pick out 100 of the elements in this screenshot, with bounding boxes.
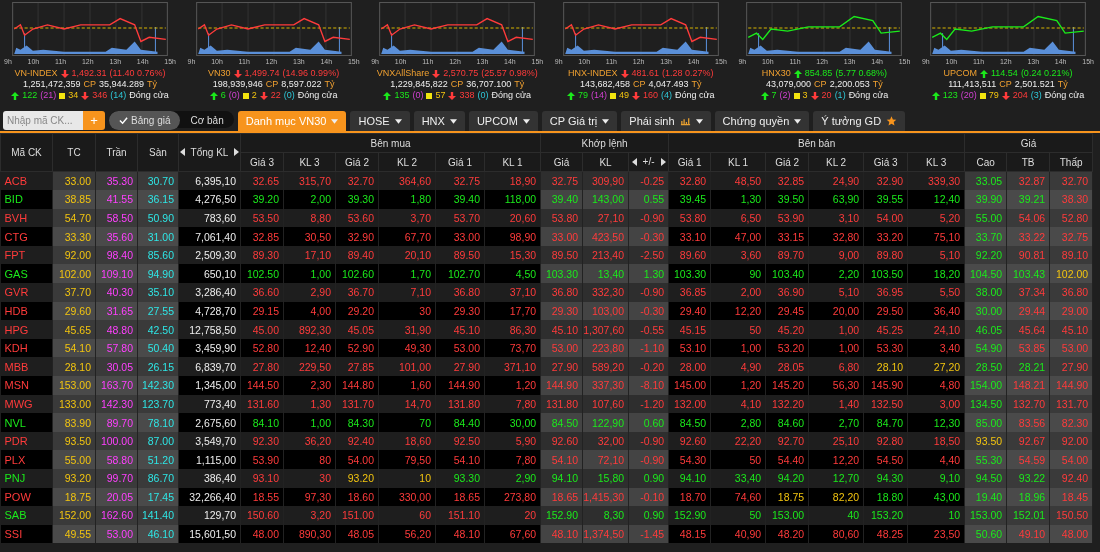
table-cell: 15,601,50 [178,524,241,544]
table-cell: 12,30 [907,413,965,432]
table-cell: 48.10 [435,524,485,544]
index-name: HNX-INDEX [568,68,618,79]
table-cell: 103.30 [540,264,583,284]
table-cell: 55.00 [52,450,96,469]
table-cell: 0.90 [628,506,669,525]
unit-label: Tỷ [324,79,335,90]
table-cell: 84.50 [540,413,583,432]
market-tab[interactable]: HOSE [350,111,410,131]
table-cell: 89.70 [95,413,138,432]
volume-value: 143,682,458 [579,79,631,90]
unchanged-count: 79 [988,90,999,101]
table-cell: -0.55 [628,320,669,339]
volume-value: 198,939,946 [212,79,263,90]
table-cell: 45.64 [1006,320,1050,339]
table-cell: 122,90 [582,413,629,432]
cp-label: CP [265,79,279,90]
advancers-count: 79 [577,90,588,101]
down-arrow-icon [259,91,268,100]
table-cell: 5,10 [808,283,864,302]
table-cell: 26.15 [137,357,179,377]
ceiling-count: (0) [228,90,240,101]
table-cell: 37.70 [52,283,96,302]
table-cell: 63,90 [808,190,864,209]
index-name: VN-INDEX [14,68,58,79]
table-cell: 4,276,50 [178,190,241,209]
group-header: Bên mua [240,133,541,153]
unchanged-count: 49 [619,90,629,101]
table-cell: 153.00 [964,506,1007,525]
table-cell: 144.80 [335,376,379,395]
market-tab[interactable]: Phái sinh [621,111,711,131]
table-cell: 80,60 [808,524,864,544]
table-cell: 102.00 [1049,264,1093,284]
table-cell: 145.00 [668,376,711,395]
table-cell: 84.30 [335,413,379,432]
view-toggle-option[interactable]: Cơ bản [180,111,234,130]
table-cell: 56,30 [808,376,864,395]
table-cell: 13,40 [582,264,629,284]
market-tab[interactable]: UPCOM [468,111,538,131]
volume-value: 111,413,511 [948,79,997,90]
table-cell: 32.85 [240,227,284,246]
index-change: (11.40 0.76%) [109,68,166,79]
table-cell: 36.80 [540,283,583,302]
table-cell: 30,50 [283,227,336,246]
table-cell: 60 [378,506,436,525]
floor-count: (3) [1030,90,1042,101]
scroll-left-icon[interactable] [631,157,637,166]
bar-chart-icon [679,116,691,126]
table-cell: 3,20 [283,506,336,525]
search-field[interactable]: Nhập mã CK... [3,111,83,130]
market-tab[interactable]: Ý tưởng GD [813,111,906,131]
cp-label: CP [633,79,646,90]
table-cell: 35.10 [137,283,179,302]
table-cell: 33.20 [863,227,908,246]
table-cell: 103.43 [1006,264,1050,284]
square-icon [242,92,249,99]
table-cell: -0.90 [628,450,669,469]
floor-count: (0) [283,90,295,101]
table-cell: 39.90 [964,190,1007,209]
market-tab[interactable]: HNX [413,111,465,131]
table-cell: 1,345,00 [178,376,241,395]
table-cell: 33.00 [435,227,485,246]
index-change: (14.96 0.99%) [282,68,340,79]
table-cell: 2,00 [283,190,336,209]
table-cell: 94.30 [863,469,908,488]
table-cell: 33.70 [964,227,1007,246]
decliners-count: 160 [643,90,659,101]
scroll-right-icon[interactable] [660,157,666,166]
market-status: Đóng cửa [848,90,889,101]
market-tab[interactable]: CP Giá trị [541,111,618,131]
table-cell: 104.50 [964,264,1007,284]
index-name: VNXAllShare [376,68,430,79]
star-icon [886,116,898,126]
table-cell: 48.25 [863,524,908,544]
table-cell: 51.20 [137,450,179,469]
table-cell: 2,30 [283,376,336,395]
table-cell: 1,00 [283,413,336,432]
table-cell: 46.05 [964,320,1007,339]
index-name: HNX30 [761,68,791,79]
table-cell: 148.21 [1006,376,1050,395]
table-cell: 589,20 [582,357,629,377]
table-cell: 141.40 [137,506,179,525]
market-status: Đóng cửa [491,90,531,101]
table-cell: 84.50 [668,413,711,432]
table-cell: 0.60 [628,413,669,432]
table-cell: 39.55 [863,190,908,209]
cp-label: CP [814,79,827,90]
view-toggle-option[interactable]: Bảng giá [109,111,181,130]
decliners-count: 338 [459,90,475,101]
table-cell: 93.20 [52,469,96,488]
market-status: Đóng cửa [1044,90,1085,101]
table-cell: 84.10 [240,413,284,432]
table-cell: 93.22 [1006,469,1050,488]
table-cell: 93.20 [335,469,379,488]
market-tab[interactable]: Chứng quyền [714,111,810,131]
table-cell: 36.60 [240,283,284,302]
index-name: VN30 [208,68,231,79]
table-cell: 30 [283,469,336,488]
scroll-right-icon[interactable] [234,148,240,157]
